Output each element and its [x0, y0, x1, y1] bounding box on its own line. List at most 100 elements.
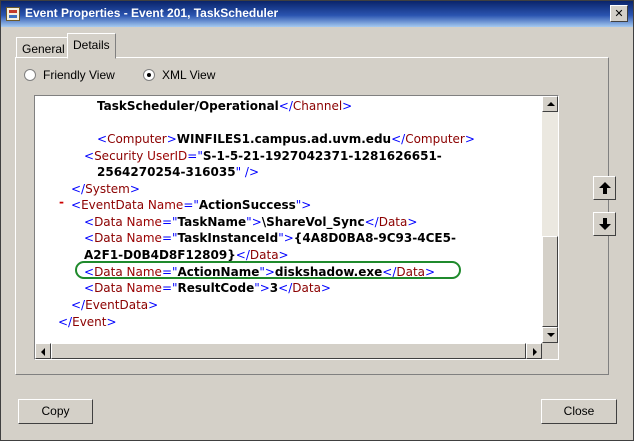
- xml-token: Data: [94, 281, 127, 295]
- arrow-up-icon: [599, 182, 611, 194]
- xml-line: </EventData>: [71, 297, 158, 313]
- xml-token: >: [148, 298, 159, 312]
- xml-line: </System>: [71, 181, 140, 197]
- xml-token: =": [161, 215, 178, 229]
- xml-token: Name: [126, 231, 162, 245]
- xml-token: </: [391, 132, 406, 146]
- vertical-scroll-thumb[interactable]: [542, 236, 558, 327]
- event-properties-window: Event Properties - Event 201, TaskSchedu…: [0, 0, 634, 441]
- xml-token: >: [166, 132, 177, 146]
- xml-token: EventData: [85, 298, 149, 312]
- xml-token: <: [84, 149, 95, 163]
- xml-token: Name: [147, 198, 184, 212]
- xml-token: >: [342, 99, 353, 113]
- xml-token: <: [71, 198, 82, 212]
- xml-token: ActionSuccess: [198, 198, 296, 212]
- friendly-view-label: Friendly View: [43, 68, 115, 82]
- xml-token: 2564270254-316035: [97, 165, 236, 179]
- arrow-down-icon: [599, 218, 611, 230]
- xml-token: </: [278, 99, 293, 113]
- friendly-view-radio[interactable]: [24, 69, 36, 81]
- xml-line: TaskScheduler/Operational</Channel>: [97, 98, 352, 114]
- xml-token: >: [320, 281, 331, 295]
- xml-token: >: [106, 315, 117, 329]
- horizontal-scroll-thumb[interactable]: [51, 343, 526, 359]
- xml-line: <EventData Name="ActionSuccess">: [71, 197, 311, 213]
- xml-token: Security: [94, 149, 148, 163]
- xml-token: System: [85, 182, 130, 196]
- xml-token: TaskName: [177, 215, 247, 229]
- xml-viewer[interactable]: TaskScheduler/Operational</Channel> <Comp…: [34, 95, 559, 360]
- xml-token: S-1-5-21-1927042371-1281626651-: [202, 149, 442, 163]
- window-title: Event Properties - Event 201, TaskSchedu…: [25, 6, 279, 20]
- xml-token: Computer: [107, 132, 167, 146]
- xml-view-label: XML View: [162, 68, 216, 82]
- horizontal-scrollbar[interactable]: [35, 343, 542, 359]
- xml-token: </: [71, 182, 86, 196]
- xml-token: <: [84, 215, 95, 229]
- xml-token: <: [84, 281, 95, 295]
- tab-details[interactable]: Details: [67, 33, 116, 59]
- xml-line: <Data Name="TaskName">\ShareVol_Sync</Da…: [84, 214, 417, 230]
- previous-event-button[interactable]: [593, 176, 616, 200]
- xml-view-option[interactable]: XML View: [143, 68, 233, 84]
- xml-token: EventData: [81, 198, 148, 212]
- scroll-up-arrow-icon: [547, 102, 555, 106]
- xml-line: </Event>: [58, 314, 117, 330]
- xml-token: =": [161, 281, 178, 295]
- xml-token: =": [183, 198, 199, 212]
- xml-token: >: [464, 132, 475, 146]
- xml-token: Data: [94, 215, 127, 229]
- xml-token: Data: [292, 281, 321, 295]
- tab-general[interactable]: General: [16, 37, 71, 58]
- copy-button[interactable]: Copy: [18, 399, 93, 424]
- xml-token: >: [278, 248, 289, 262]
- xml-token: Channel: [292, 99, 343, 113]
- xml-line: <Computer>WINFILES1.campus.ad.uvm.edu</C…: [97, 131, 475, 147]
- xml-line: <Data Name="TaskInstanceId">{4A8D0BA8-9C…: [84, 230, 456, 246]
- xml-token: ">: [254, 281, 270, 295]
- scroll-down-button[interactable]: [542, 327, 558, 343]
- xml-token: Name: [126, 281, 162, 295]
- xml-token: >: [407, 215, 418, 229]
- scroll-right-arrow-icon: [533, 348, 537, 356]
- xml-token: Name: [126, 215, 162, 229]
- xml-token: TaskScheduler/Operational: [97, 99, 279, 113]
- xml-token: ">: [295, 198, 312, 212]
- xml-token: </: [235, 248, 250, 262]
- xml-token: {4A8D0BA8-9C93-4CE5-: [293, 231, 456, 245]
- xml-token: =": [161, 231, 178, 245]
- scrollbar-corner: [542, 343, 558, 359]
- xml-line: <Security UserID="S-1-5-21-1927042371-12…: [84, 148, 442, 164]
- close-button[interactable]: Close: [541, 399, 617, 424]
- xml-token: \ShareVol_Sync: [261, 215, 365, 229]
- vertical-scrollbar[interactable]: [542, 96, 558, 343]
- next-event-button[interactable]: [593, 212, 616, 236]
- xml-token: Computer: [405, 132, 465, 146]
- xml-token: ">: [246, 215, 262, 229]
- scroll-left-arrow-icon: [41, 348, 45, 356]
- xml-token: A2F1-D0B4D8F12809}: [84, 248, 236, 262]
- close-window-button[interactable]: ✕: [610, 5, 628, 22]
- xml-token: >: [129, 182, 140, 196]
- scroll-left-button[interactable]: [35, 343, 51, 359]
- collapse-eventdata-toggle[interactable]: -: [59, 194, 64, 210]
- scroll-right-button[interactable]: [526, 343, 542, 359]
- friendly-view-option[interactable]: Friendly View: [24, 68, 124, 84]
- xml-line: <Data Name="ResultCode">3</Data>: [84, 280, 331, 296]
- xml-token: ">: [278, 231, 294, 245]
- title-bar[interactable]: Event Properties - Event 201, TaskSchedu…: [1, 1, 633, 27]
- xml-token: TaskInstanceId: [177, 231, 279, 245]
- xml-token: ResultCode: [177, 281, 255, 295]
- xml-token: " />: [235, 165, 260, 179]
- xml-token: </: [364, 215, 379, 229]
- xml-token: WINFILES1.campus.ad.uvm.edu: [176, 132, 392, 146]
- xml-token: Event: [72, 315, 107, 329]
- xml-view-radio[interactable]: [143, 69, 155, 81]
- xml-token: =": [187, 149, 203, 163]
- xml-token: Data: [378, 215, 408, 229]
- actionname-highlight-annotation: [75, 261, 461, 279]
- xml-token: 3: [269, 281, 279, 295]
- scroll-up-button[interactable]: [542, 96, 558, 112]
- xml-token: <: [97, 132, 108, 146]
